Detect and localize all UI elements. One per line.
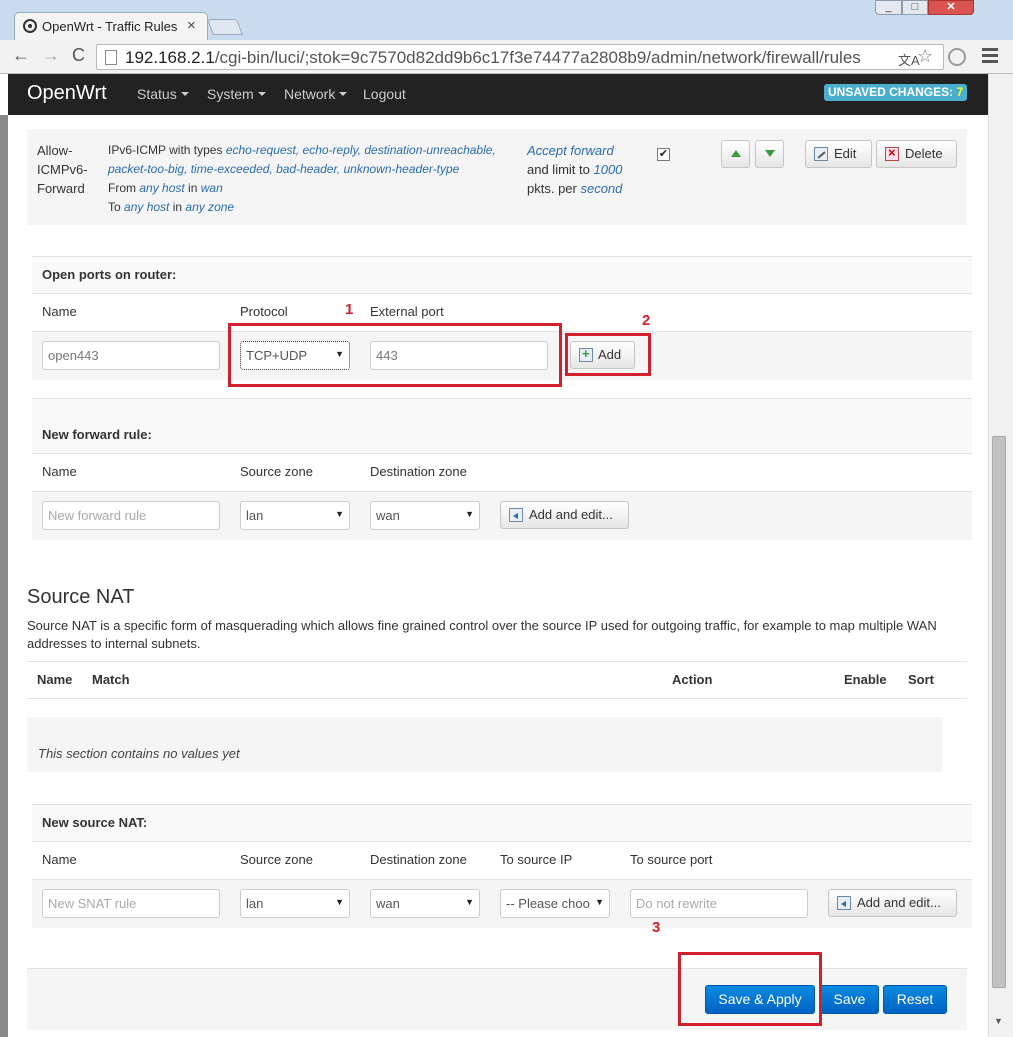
col-protocol-label: Protocol [240, 304, 288, 319]
col-external-port-label: External port [370, 304, 444, 319]
th-match: Match [92, 672, 130, 687]
window-minimize-button[interactable]: _ [875, 0, 902, 15]
delete-button[interactable]: Delete [876, 140, 957, 168]
col-name-label: Name [42, 852, 77, 867]
annotation-number-2: 2 [642, 312, 651, 329]
caret-down-icon [257, 92, 266, 96]
address-bar[interactable]: 192.168.2.1/cgi-bin/luci/;stok=9c7570d82… [96, 44, 944, 70]
snat-table-header [27, 661, 967, 699]
th-action: Action [672, 672, 713, 687]
new-snat-title: New source NAT: [42, 815, 148, 830]
snat-empty-message: This section contains no values yet [38, 746, 240, 761]
caret-down-icon [339, 92, 348, 96]
col-name-label: Name [42, 304, 77, 319]
edit-icon [814, 147, 828, 161]
annotation-number-1: 1 [345, 301, 354, 318]
reset-button[interactable]: Reset [883, 985, 947, 1014]
browser-tab[interactable]: OpenWrt - Traffic Rules × [14, 12, 208, 40]
snat-source-zone-select[interactable]: lan [240, 889, 350, 918]
snat-empty-row [27, 717, 943, 772]
snat-to-source-port-input[interactable]: Do not rewrite [630, 889, 808, 918]
forward-rule-title: New forward rule: [42, 427, 152, 442]
open-port-name-input[interactable]: open443 [42, 341, 220, 370]
nav-status[interactable]: Status [137, 86, 189, 102]
open-ports-title: Open ports on router: [42, 267, 177, 282]
col-destination-zone-label: Destination zone [370, 852, 467, 867]
new-snat-header [32, 804, 972, 842]
add-edit-icon [837, 896, 851, 910]
snat-destination-zone-select[interactable]: wan [370, 889, 480, 918]
caret-down-icon [180, 92, 189, 96]
openwrt-favicon-icon [23, 19, 37, 33]
snat-add-and-edit-button[interactable]: Add and edit... [828, 889, 957, 917]
browser-toolbar: ← → C 192.168.2.1/cgi-bin/luci/;stok=9c7… [0, 40, 1013, 74]
add-edit-icon [509, 508, 523, 522]
save-button[interactable]: Save [820, 985, 879, 1014]
tab-close-icon[interactable]: × [187, 17, 196, 34]
vertical-scrollbar[interactable]: ▼ [988, 74, 1013, 1037]
col-source-zone-label: Source zone [240, 852, 313, 867]
forward-rule-header [32, 398, 972, 454]
move-up-button[interactable] [721, 140, 750, 168]
bookmark-star-icon[interactable]: ☆ [917, 46, 933, 67]
globe-icon[interactable] [948, 48, 966, 66]
openwrt-navbar: OpenWrt Status System Network Logout UNS… [8, 74, 988, 115]
col-name-label: Name [42, 464, 77, 479]
unsaved-changes-badge[interactable]: UNSAVED CHANGES: 7 [824, 84, 968, 101]
forward-source-zone-select[interactable]: lan [240, 501, 350, 530]
col-to-source-ip-label: To source IP [500, 852, 573, 867]
rule-enable-checkbox[interactable]: ✔ [657, 148, 670, 161]
edit-button[interactable]: Edit [805, 140, 872, 168]
annotation-number-3: 3 [652, 919, 661, 936]
annotation-box-3 [678, 952, 822, 1026]
browser-tab-bar: OpenWrt - Traffic Rules × _ □ ✕ [0, 0, 1013, 40]
nav-network[interactable]: Network [284, 86, 348, 102]
rule-action: Accept forward and limit to 1000 pkts. p… [527, 143, 623, 196]
forward-add-and-edit-button[interactable]: Add and edit... [500, 501, 629, 529]
delete-icon [885, 145, 899, 161]
col-source-zone-label: Source zone [240, 464, 313, 479]
tab-title: OpenWrt - Traffic Rules [42, 19, 178, 34]
reload-icon[interactable]: C [72, 45, 85, 66]
snat-name-input[interactable]: New SNAT rule [42, 889, 220, 918]
forward-destination-zone-select[interactable]: wan [370, 501, 480, 530]
th-sort: Sort [908, 672, 934, 687]
nav-logout[interactable]: Logout [363, 86, 406, 102]
annotation-box-1 [228, 323, 562, 387]
page-icon [105, 50, 117, 65]
browser-menu-icon[interactable] [982, 48, 998, 64]
page-left-edge [0, 115, 8, 1037]
source-nat-heading: Source NAT [27, 586, 135, 608]
arrow-down-icon [765, 150, 775, 157]
rule-match: IPv6-ICMP with types echo-request, echo-… [108, 143, 496, 214]
th-name: Name [37, 672, 73, 687]
arrow-up-icon [731, 150, 741, 157]
th-enable: Enable [844, 672, 887, 687]
col-destination-zone-label: Destination zone [370, 464, 467, 479]
url-text: 192.168.2.1/cgi-bin/luci/;stok=9c7570d82… [125, 48, 861, 67]
snat-to-source-ip-select[interactable]: -- Please choo [500, 889, 610, 918]
rule-name: Allow-ICMPv6-Forward [37, 143, 88, 196]
forward-icon[interactable]: → [42, 45, 60, 66]
col-to-source-port-label: To source port [630, 852, 713, 867]
scroll-down-icon[interactable]: ▼ [994, 1016, 1003, 1026]
window-maximize-button[interactable]: □ [902, 0, 928, 15]
forward-rule-name-input[interactable]: New forward rule [42, 501, 220, 530]
window-close-button[interactable]: ✕ [928, 0, 974, 15]
new-tab-button[interactable] [207, 19, 243, 35]
source-nat-description: Source NAT is a specific form of masquer… [27, 618, 937, 651]
scrollbar-thumb[interactable] [992, 436, 1006, 988]
annotation-box-2 [565, 333, 651, 376]
back-icon[interactable]: ← [12, 45, 30, 66]
brand-logo[interactable]: OpenWrt [27, 82, 107, 105]
nav-system[interactable]: System [207, 86, 266, 102]
move-down-button[interactable] [755, 140, 784, 168]
